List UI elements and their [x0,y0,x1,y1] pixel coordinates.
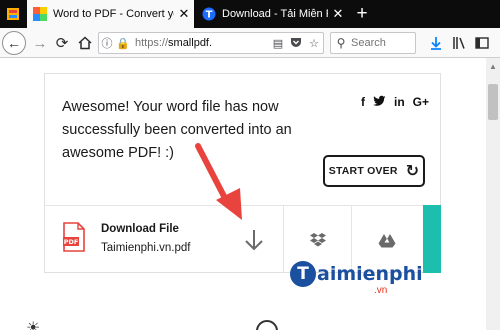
svg-text:PDF: PDF [64,238,79,246]
pdf-file-icon: PDF [63,222,85,252]
google-plus-icon[interactable]: G+ [413,95,429,110]
forward-icon[interactable]: → [28,31,52,55]
download-favicon-icon: T [202,7,216,21]
facebook-icon[interactable]: f [361,95,365,110]
social-share-links: f in G+ [361,95,429,110]
url-text: https://smallpdf. [135,37,269,49]
tab-title: Download - Tải Miễn Phí VN [222,8,328,20]
tab-word-to-pdf[interactable]: Word to PDF - Convert your DO ✕ [27,0,194,28]
lock-icon: 🔒 [116,37,130,50]
new-tab-button[interactable]: + [351,3,373,25]
linkedin-icon[interactable]: in [394,95,405,110]
home-icon[interactable] [73,31,97,55]
watermark-initial: T [290,261,316,287]
close-tab-icon[interactable]: ✕ [328,6,348,22]
tab-strip: Word to PDF - Convert your DO ✕ T Downlo… [0,0,500,28]
download-toolbar-icon[interactable] [424,31,448,55]
url-scheme: https:// [135,37,169,49]
sidebar-icon[interactable] [470,31,494,55]
sun-icon: ☀ [26,320,41,330]
reload-icon[interactable]: ⟳ [50,31,74,55]
start-over-button[interactable]: START OVER ↻ [323,155,425,187]
navigation-toolbar: ← → ⟳ ⓘ 🔒 https://smallpdf. ▤ ☆ ⚲ Search [0,28,500,58]
info-icon[interactable]: ⓘ [99,35,115,51]
scrollbar-thumb[interactable] [488,84,498,120]
pocket-icon[interactable] [287,36,305,51]
action-divider [283,206,284,273]
red-annotation-arrow-icon [195,143,242,220]
dropbox-icon[interactable] [309,232,327,247]
watermark-suffix: .vn [374,285,388,296]
twitter-icon[interactable] [373,95,386,110]
watermark-text: aimienphi [317,263,423,285]
accent-side-panel [423,205,441,273]
library-icon[interactable] [447,31,471,55]
download-file-title: Download File [101,223,179,235]
tab-overflow-icon[interactable] [0,2,26,26]
svg-text:T: T [206,10,213,21]
search-bar[interactable]: ⚲ Search [330,32,416,54]
scroll-up-icon[interactable]: ▲ [486,60,500,74]
address-bar[interactable]: ⓘ 🔒 https://smallpdf. ▤ ☆ [98,32,324,54]
taimienphi-watermark: Taimienphi .vn [290,261,423,296]
refresh-icon: ↻ [405,163,420,180]
back-icon[interactable]: ← [2,31,26,55]
tab-title: Word to PDF - Convert your DO [53,8,174,20]
search-icon: ⚲ [336,36,346,50]
download-filename[interactable]: Taimienphi.vn.pdf [101,242,191,254]
google-drive-icon[interactable] [378,233,396,248]
start-over-label: START OVER [328,165,398,177]
bookmark-star-icon[interactable]: ☆ [305,37,323,50]
smallpdf-favicon-icon [33,7,47,21]
search-input[interactable]: Search [351,37,386,49]
reader-icon[interactable]: ▤ [269,37,287,50]
url-host: smallpdf. [168,37,213,49]
tab-download[interactable]: T Download - Tải Miễn Phí VN ✕ [196,0,348,28]
download-arrow-icon[interactable] [243,228,265,252]
close-tab-icon[interactable]: ✕ [174,6,194,22]
